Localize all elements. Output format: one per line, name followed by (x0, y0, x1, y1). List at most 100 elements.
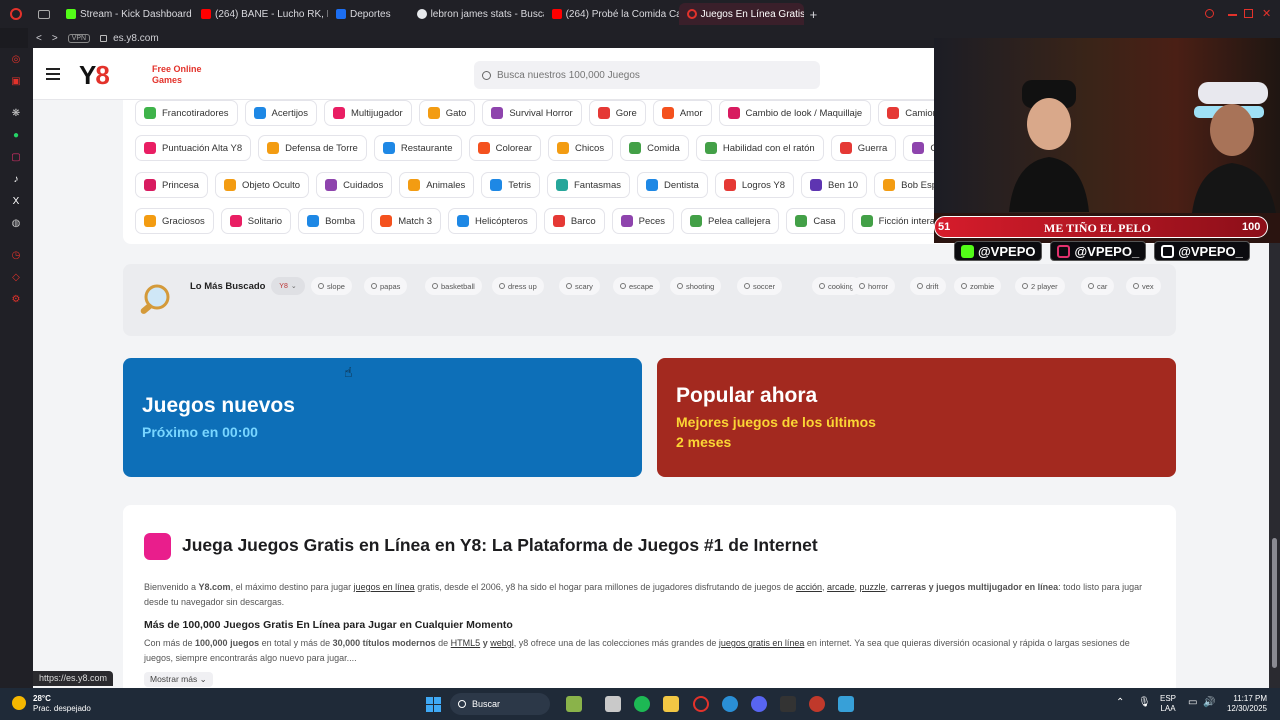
category-chip-colorear[interactable]: Colorear (468, 135, 542, 161)
opera-gx-icon[interactable] (722, 696, 738, 712)
vpn-badge[interactable]: VPN (67, 33, 91, 43)
discord-icon[interactable]: ◍ (10, 218, 22, 230)
category-chip-logros-y8[interactable]: Logros Y8 (714, 172, 794, 198)
spotify-icon[interactable] (634, 696, 650, 712)
keyword-chip-car[interactable]: car (1081, 277, 1115, 295)
keyword-chip-basketball[interactable]: basketball (425, 277, 482, 295)
link-juegos-gratis[interactable]: juegos gratis en línea (719, 638, 805, 648)
weather-widget[interactable]: 28°C Prac. despejado (33, 694, 91, 714)
category-chip-fantasmas[interactable]: Fantasmas (546, 172, 630, 198)
category-chip-francotiradores[interactable]: Francotiradores (135, 100, 238, 126)
category-chip-gato[interactable]: Gato (418, 100, 476, 126)
tab-google-search[interactable]: lebron james stats - Busca (409, 3, 544, 25)
maximize-icon[interactable] (1244, 9, 1253, 18)
link-juegos-en-linea[interactable]: juegos en línea (354, 582, 415, 592)
category-chip-animales[interactable]: Animales (399, 172, 475, 198)
back-icon[interactable]: < (36, 33, 42, 44)
language-select[interactable]: Y8 ⌄ (271, 277, 305, 295)
app-icon[interactable] (780, 696, 796, 712)
category-chip-graciosos[interactable]: Graciosos (135, 208, 214, 234)
bag-icon[interactable]: ▣ (10, 76, 22, 88)
keyword-chip-2-player[interactable]: 2 player (1015, 277, 1065, 295)
keyword-chip-shooting[interactable]: shooting (670, 277, 722, 295)
tab-deportes[interactable]: Deportes (328, 3, 399, 25)
forward-icon[interactable]: > (52, 33, 58, 44)
tab-youtube-2[interactable]: (264) Probé la Comida Ca (544, 3, 679, 25)
tray-chevron-icon[interactable]: ⌃ (1116, 697, 1124, 708)
category-chip-helicopteros[interactable]: Helicópteros (448, 208, 537, 234)
keyword-chip-papas[interactable]: papas (364, 277, 408, 295)
category-chip-restaurante[interactable]: Restaurante (373, 135, 462, 161)
category-chip-bomba[interactable]: Bomba (298, 208, 365, 234)
category-chip-objeto-oculto[interactable]: Objeto Oculto (214, 172, 310, 198)
discord-icon[interactable] (751, 696, 767, 712)
whatsapp-icon[interactable]: ● (10, 130, 22, 142)
link-accion[interactable]: acción (796, 582, 822, 592)
keyword-chip-soccer[interactable]: soccer (737, 277, 783, 295)
notepad-icon[interactable] (838, 696, 854, 712)
widgets-icon[interactable] (566, 696, 582, 712)
weather-icon[interactable] (12, 696, 26, 710)
start-button[interactable] (426, 697, 441, 712)
category-chip-survival-horror[interactable]: Survival Horror (482, 100, 582, 126)
category-chip-princesa[interactable]: Princesa (135, 172, 208, 198)
taskbar-search[interactable]: Buscar (450, 693, 550, 715)
bookmark-icon[interactable]: ◇ (10, 272, 22, 284)
link-arcade[interactable]: arcade (827, 582, 855, 592)
show-more-button[interactable]: Mostrar más ⌄ (144, 672, 213, 687)
opera-logo-icon[interactable] (10, 8, 22, 20)
site-search[interactable] (474, 61, 820, 89)
category-chip-amor[interactable]: Amor (652, 100, 712, 126)
keyword-chip-horror[interactable]: horror (852, 277, 896, 295)
category-chip-barco[interactable]: Barco (543, 208, 605, 234)
category-chip-multijugador[interactable]: Multijugador (323, 100, 412, 126)
link-html5[interactable]: HTML5 (451, 638, 481, 648)
link-webgl[interactable]: webgl (490, 638, 514, 648)
category-chip-casa[interactable]: Casa (786, 208, 845, 234)
address-field[interactable]: es.y8.com (100, 33, 159, 44)
category-chip-acertijos[interactable]: Acertijos (244, 100, 317, 126)
category-chip-peces[interactable]: Peces (611, 208, 675, 234)
category-chip-comida[interactable]: Comida (620, 135, 689, 161)
category-chip-dentista[interactable]: Dentista (636, 172, 708, 198)
y8-logo[interactable]: Y8 (79, 60, 110, 91)
category-chip-match-3[interactable]: Match 3 (371, 208, 441, 234)
search-icon[interactable] (1205, 9, 1214, 18)
keyword-chip-dress-up[interactable]: dress up (492, 277, 544, 295)
tiktok-icon[interactable]: ♪ (10, 174, 22, 186)
speaker-icon[interactable]: 🔊 (1203, 697, 1215, 708)
search-input[interactable] (497, 69, 797, 81)
chrome-icon[interactable] (809, 696, 825, 712)
keyword-chip-escape[interactable]: escape (613, 277, 661, 295)
keyword-chip-slope[interactable]: slope (311, 277, 352, 295)
aria-icon[interactable]: ◎ (10, 54, 22, 66)
category-chip-defensa-de-torre[interactable]: Defensa de Torre (258, 135, 367, 161)
minimize-icon[interactable] (1228, 14, 1237, 16)
keyword-chip-zombie[interactable]: zombie (954, 277, 1002, 295)
clock[interactable]: 11:17 PM 12/30/2025 (1222, 694, 1267, 714)
category-chip-tetris[interactable]: Tetris (481, 172, 540, 198)
category-chip-cuidados[interactable]: Cuidados (316, 172, 393, 198)
link-puzzle[interactable]: puzzle (860, 582, 886, 592)
network-icon[interactable]: ▭ (1188, 697, 1197, 708)
settings-icon[interactable]: ⚙ (10, 294, 22, 306)
tab-youtube-1[interactable]: (264) BANE - Lucho RK, L (193, 3, 328, 25)
category-chip-gore[interactable]: Gore (588, 100, 646, 126)
new-games-banner[interactable]: Juegos nuevos Próximo en 00:00 (123, 358, 642, 477)
category-chip-ben-10[interactable]: Ben 10 (800, 172, 868, 198)
folder-icon[interactable] (663, 696, 679, 712)
file-explorer-icon[interactable] (605, 696, 621, 712)
chatgpt-icon[interactable]: ❋ (10, 108, 22, 120)
opera-icon[interactable] (693, 696, 709, 712)
keyword-chip-scary[interactable]: scary (559, 277, 600, 295)
close-icon[interactable]: ✕ (1262, 7, 1271, 20)
tab-menu-icon[interactable] (38, 9, 50, 19)
category-chip-cambio-de-look-maquillaje[interactable]: Cambio de look / Maquillaje (718, 100, 872, 126)
x-icon[interactable]: X (10, 196, 22, 208)
category-chip-puntuacion-alta-y8[interactable]: Puntuación Alta Y8 (135, 135, 252, 161)
microphone-icon[interactable]: 🎙 (1138, 697, 1151, 708)
keyword-chip-vex[interactable]: vex (1126, 277, 1161, 295)
category-chip-pelea-callejera[interactable]: Pelea callejera (681, 208, 780, 234)
category-chip-solitario[interactable]: Solitario (220, 208, 292, 234)
history-icon[interactable]: ◷ (10, 250, 22, 262)
